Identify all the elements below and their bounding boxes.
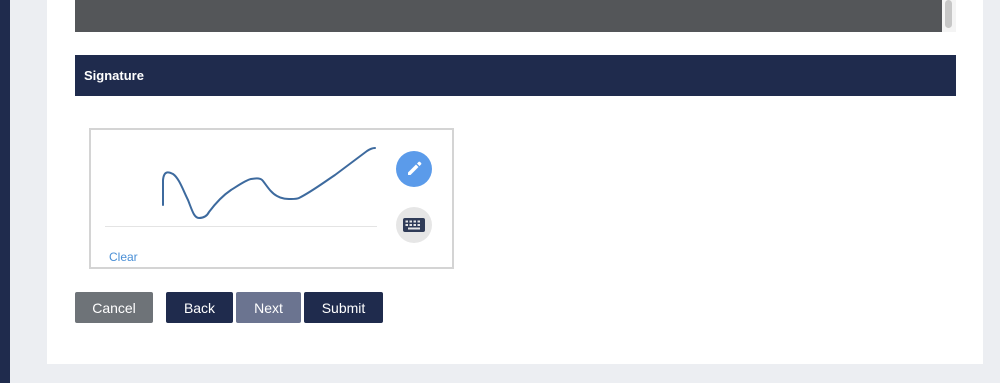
clear-signature-link[interactable]: Clear xyxy=(109,250,138,264)
keyboard-icon xyxy=(403,218,425,232)
section-title: Signature xyxy=(84,68,144,83)
signature-canvas[interactable] xyxy=(91,130,452,267)
scrollbar-thumb[interactable] xyxy=(945,0,952,28)
left-rail xyxy=(0,0,10,383)
pencil-icon xyxy=(408,161,422,175)
cancel-button[interactable]: Cancel xyxy=(75,292,153,323)
section-header: Signature xyxy=(75,55,956,96)
type-mode-button[interactable] xyxy=(396,207,432,243)
signature-stroke xyxy=(162,147,376,219)
submit-button[interactable]: Submit xyxy=(304,292,383,323)
signature-baseline xyxy=(105,226,377,227)
signature-pad[interactable]: Clear xyxy=(89,128,454,269)
next-button[interactable]: Next xyxy=(236,292,301,323)
previous-content-panel xyxy=(75,0,942,32)
back-button[interactable]: Back xyxy=(166,292,233,323)
draw-mode-button[interactable] xyxy=(396,151,432,187)
